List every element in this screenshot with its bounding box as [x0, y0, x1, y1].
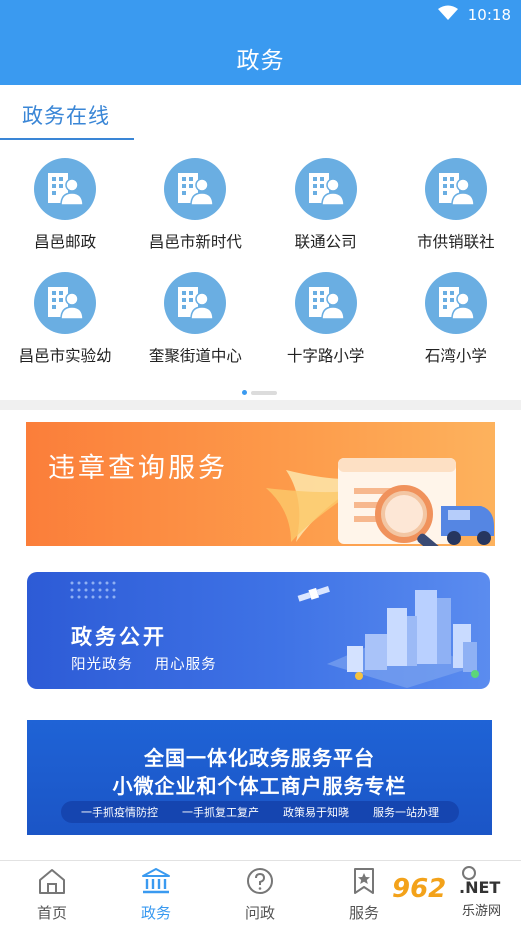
org-label: 昌邑市实验幼: [18, 347, 112, 365]
tab-home[interactable]: 首页: [17, 867, 87, 923]
watermark-text: 乐游网: [462, 904, 502, 919]
tab-inquiry[interactable]: 问政: [225, 867, 295, 923]
building-person-icon: [294, 158, 357, 220]
national-platform-banner[interactable]: 全国一体化政务服务平台 小微企业和个体工商户服务专栏 一手抓疫情防控 一手抓复工…: [27, 720, 492, 835]
bookmark-star-icon: [349, 867, 379, 899]
gov-open-sub2: 用心服务: [154, 657, 217, 673]
page-dot-active: [242, 390, 247, 395]
platform-tag: 一手抓复工复产: [182, 806, 259, 819]
org-grid: 昌邑邮政 昌邑市新时代 联通公司 市供销联社 昌邑市实验幼 奎聚街道中心 十字路…: [0, 158, 521, 372]
platform-title-line1: 全国一体化政务服务平台: [144, 746, 375, 770]
platform-tag: 政策易于知晓: [283, 806, 349, 819]
platform-tag: 一手抓疫情防控: [81, 806, 158, 819]
city-buildings-illustration: [297, 586, 479, 688]
tab-label: 首页: [36, 904, 67, 922]
building-person-icon: [34, 158, 97, 220]
wifi-icon: [437, 5, 458, 25]
org-item[interactable]: 昌邑邮政: [0, 158, 130, 258]
watermark-net: .NET: [459, 878, 501, 897]
dot-pattern-decoration: [70, 581, 116, 599]
question-circle-icon: [245, 867, 275, 899]
org-label: 昌邑邮政: [34, 233, 97, 251]
page-indicator: [242, 390, 277, 395]
section-title: 政务在线: [22, 104, 110, 128]
gov-open-sub1: 阳光政务: [71, 657, 133, 673]
watermark-number: 962: [392, 874, 447, 904]
org-item[interactable]: 十字路小学: [261, 272, 391, 372]
building-person-icon: [164, 158, 227, 220]
org-item[interactable]: 石湾小学: [391, 272, 521, 372]
org-item[interactable]: 昌邑市新时代: [130, 158, 260, 258]
building-person-icon: [424, 158, 487, 220]
org-item[interactable]: 联通公司: [261, 158, 391, 258]
org-label: 十字路小学: [286, 347, 365, 365]
page-title: 政务: [236, 47, 285, 74]
tab-label: 政务: [140, 904, 171, 922]
org-label: 石湾小学: [424, 347, 487, 365]
org-label: 昌邑市新时代: [148, 233, 242, 251]
org-label: 市供销联社: [417, 233, 495, 251]
section-divider: [0, 400, 521, 410]
status-time: 10:18: [467, 6, 511, 24]
gov-affairs-open-banner[interactable]: 政务公开 阳光政务 用心服务: [27, 572, 490, 689]
app-screen: 10:18 政务 政务在线 昌邑邮政 昌邑市新时代 联通公司 市供销联社 昌邑市…: [0, 0, 521, 926]
building-person-icon: [294, 272, 357, 334]
tab-label: 问政: [244, 904, 275, 922]
tab-label: 服务: [348, 904, 379, 922]
org-label: 联通公司: [294, 233, 357, 251]
header-bar: 政务: [0, 30, 521, 85]
status-bar: 10:18: [0, 0, 521, 30]
platform-tag: 服务一站办理: [373, 806, 439, 819]
violation-banner-title: 违章查询服务: [48, 453, 228, 484]
org-item[interactable]: 市供销联社: [391, 158, 521, 258]
section-underline: [0, 138, 134, 140]
building-person-icon: [164, 272, 227, 334]
building-person-icon: [34, 272, 97, 334]
gov-open-subtitle: 阳光政务 用心服务: [71, 653, 217, 674]
site-watermark: 962 .NET 乐游网: [384, 872, 514, 922]
home-icon: [37, 867, 67, 899]
org-label: 奎聚街道中心: [148, 347, 242, 365]
document-magnifier-illustration: [266, 458, 494, 546]
gov-open-title: 政务公开: [71, 625, 167, 649]
violation-query-banner[interactable]: 违章查询服务: [26, 422, 495, 546]
platform-title-line2: 小微企业和个体工商户服务专栏: [112, 774, 407, 798]
org-item[interactable]: 昌邑市实验幼: [0, 272, 130, 372]
government-building-icon: [141, 867, 171, 899]
page-dot-inactive: [251, 390, 277, 395]
building-person-icon: [424, 272, 487, 334]
platform-tag-strip: 一手抓疫情防控 一手抓复工复产 政策易于知晓 服务一站办理: [61, 801, 459, 823]
org-item[interactable]: 奎聚街道中心: [130, 272, 260, 372]
tab-government[interactable]: 政务: [121, 867, 191, 923]
